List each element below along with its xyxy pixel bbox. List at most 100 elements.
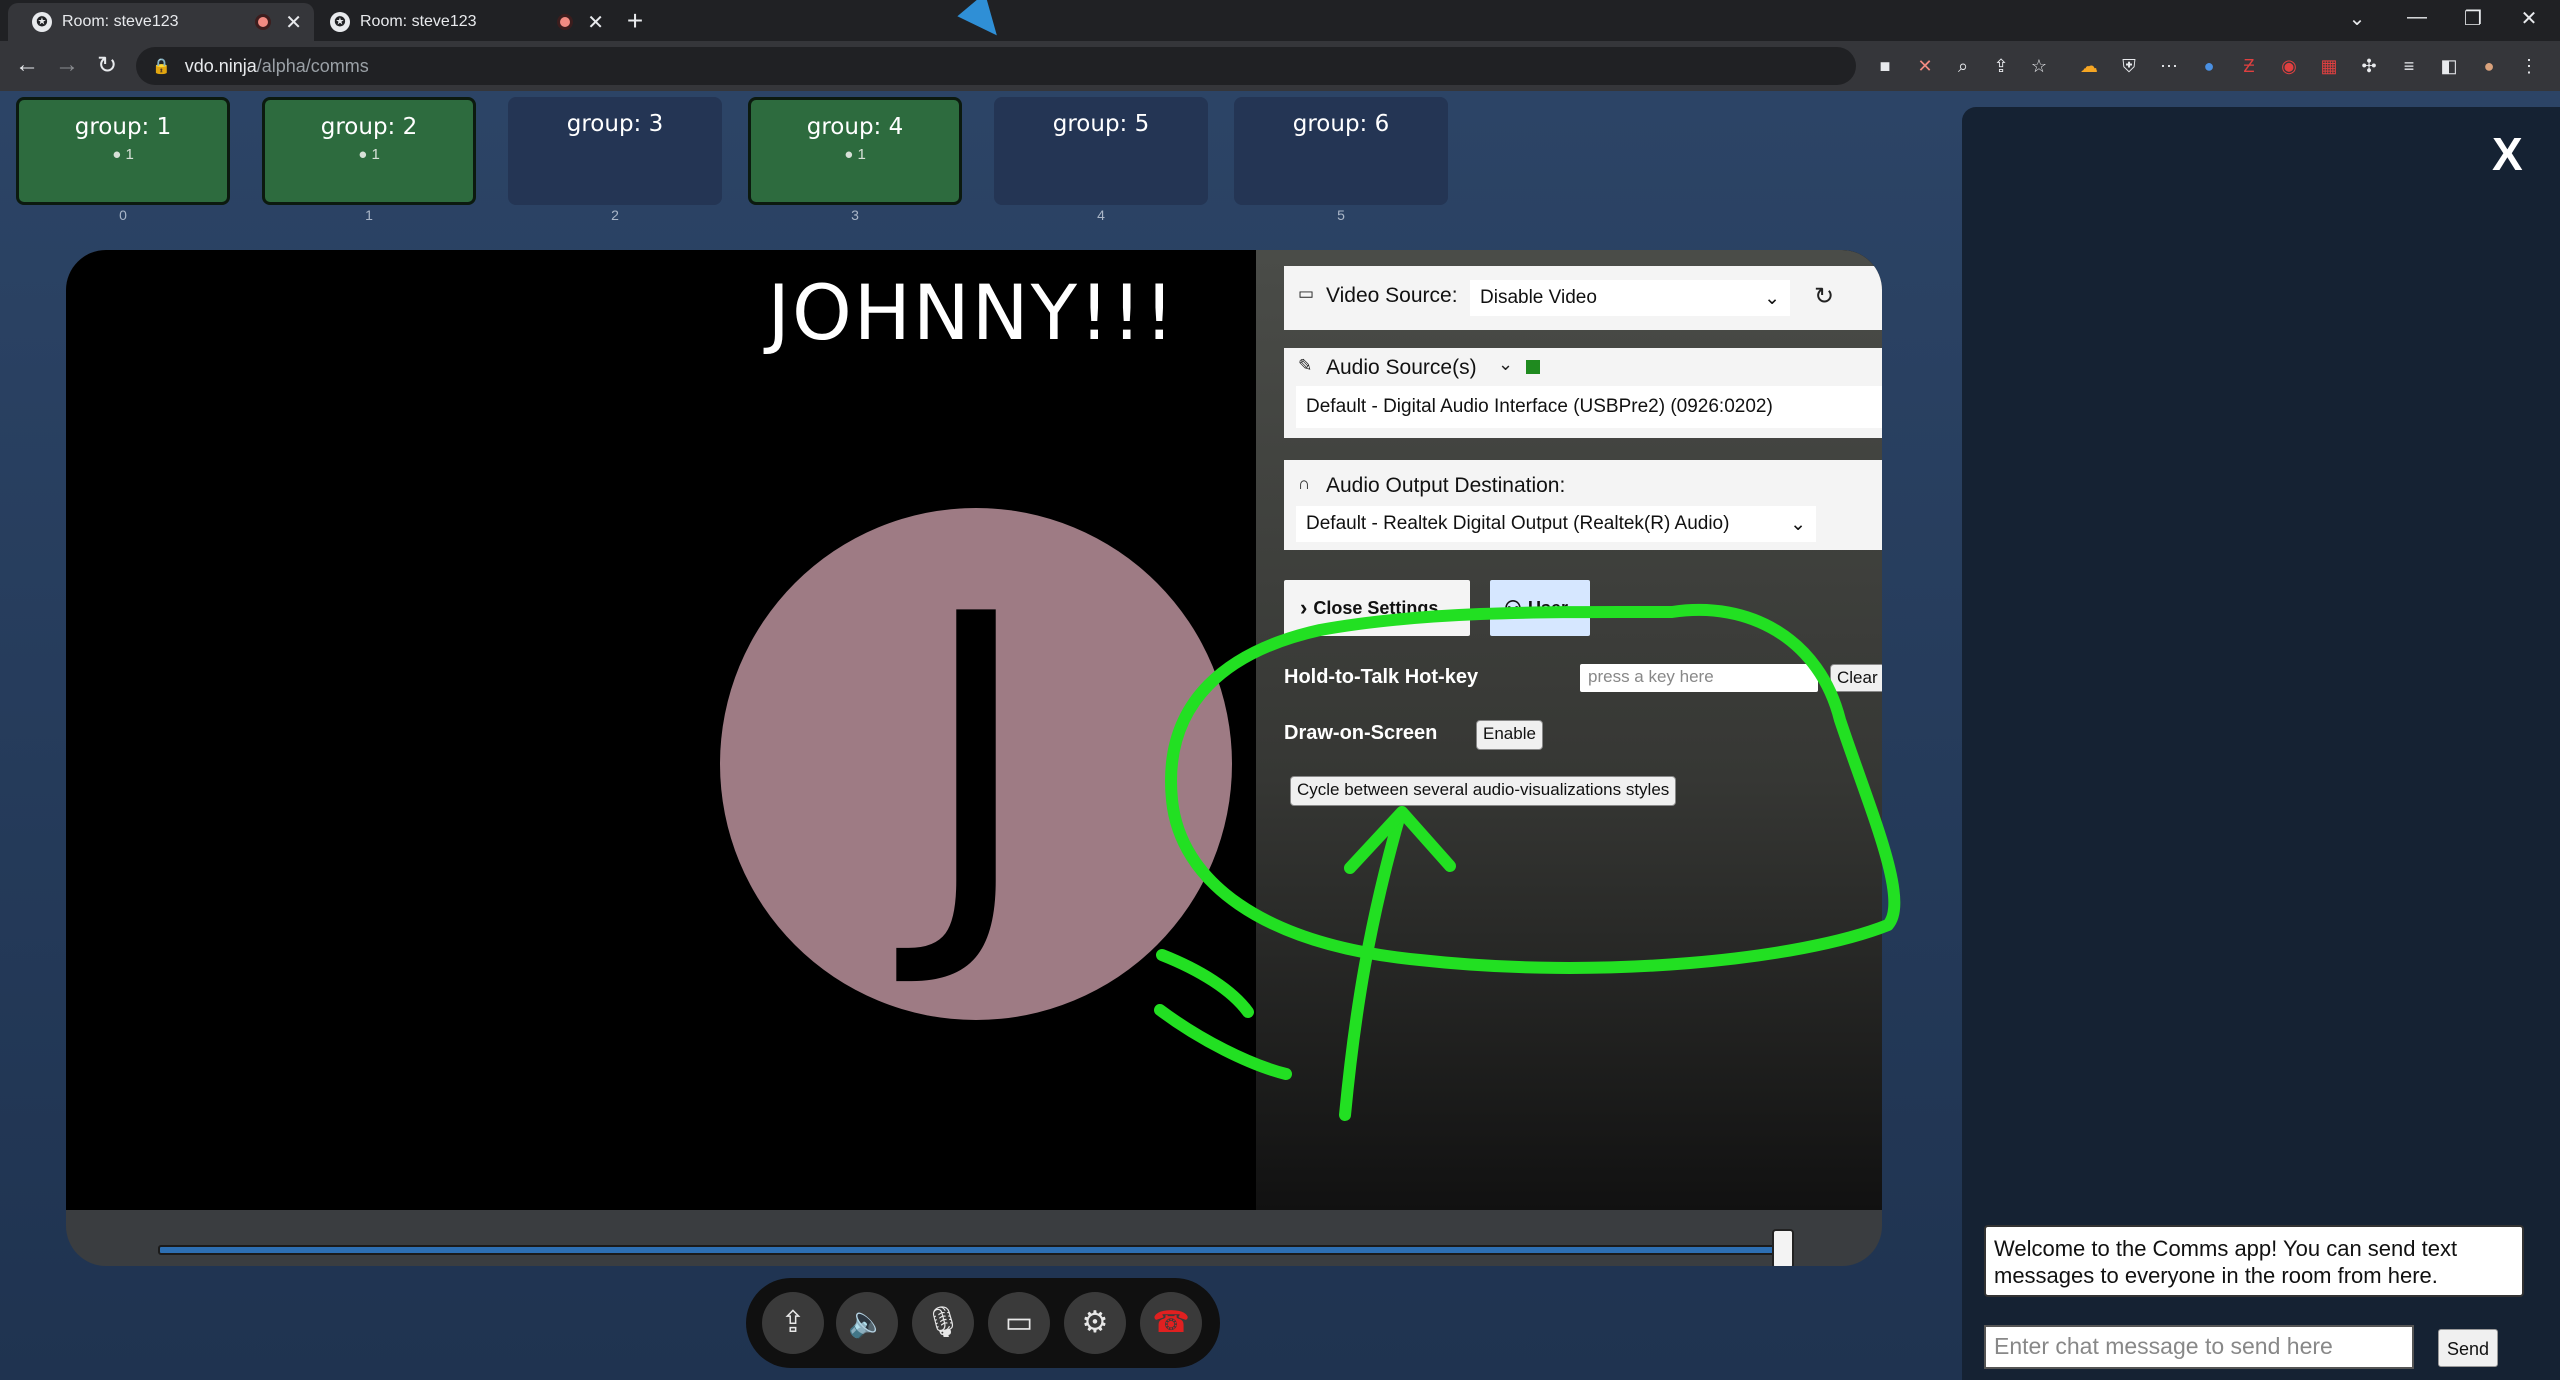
profile-avatar[interactable]: ● xyxy=(2476,53,2502,79)
settings-panel: ▭ Video Source: Disable Video ⌄ ↻ ✎ Audi… xyxy=(1256,250,1882,1210)
audio-level-indicator xyxy=(1526,360,1540,374)
group-button-4[interactable]: group: 4 ● 1 xyxy=(748,97,962,205)
recording-icon xyxy=(255,14,272,30)
audio-source-label: Audio Source(s) xyxy=(1326,356,1477,379)
group-index: 4 xyxy=(1097,207,1105,223)
extension-cloud-icon[interactable]: ☁ xyxy=(2076,53,2102,79)
minimize-icon[interactable]: — xyxy=(2400,6,2434,29)
user-button-label: User xyxy=(1527,597,1568,618)
chat-input[interactable]: Enter chat message to send here xyxy=(1984,1325,2414,1369)
group-index: 5 xyxy=(1337,207,1345,223)
draw-on-screen-label: Draw-on-Screen xyxy=(1284,722,1438,744)
reading-list-icon[interactable]: ≡ xyxy=(2396,53,2422,79)
group-name: group: 4 xyxy=(806,114,904,140)
maximize-icon[interactable]: ❐ xyxy=(2456,6,2490,31)
chat-message: Welcome to the Comms app! You can send t… xyxy=(1984,1225,2524,1297)
recording-icon xyxy=(557,14,574,30)
browser-tab-1[interactable]: ✪ Room: steve123 ✕ xyxy=(8,3,314,41)
chat-panel: X Welcome to the Comms app! You can send… xyxy=(1962,107,2560,1380)
audio-output-label: Audio Output Destination: xyxy=(1326,474,1566,497)
video-source-value: Disable Video xyxy=(1480,287,1597,308)
close-window-icon[interactable]: ✕ xyxy=(2512,6,2546,31)
mouse-cursor-icon xyxy=(957,0,1011,47)
hotkey-input[interactable]: press a key here xyxy=(1580,664,1818,692)
camera-icon[interactable]: ■ xyxy=(1872,53,1898,79)
bookmark-star-icon[interactable]: ☆ xyxy=(2026,53,2052,79)
vdo-ninja-favicon-icon: ✪ xyxy=(32,12,52,32)
share-icon[interactable]: ⇪ xyxy=(1988,53,2014,79)
page-content: group: 1 ● 1 0 group: 2 ● 1 1 group: 3 2 group: … xyxy=(0,91,2560,1380)
back-icon[interactable]: ← xyxy=(10,51,44,79)
group-index: 2 xyxy=(611,207,619,223)
group-button-1[interactable]: group: 1 ● 1 xyxy=(16,97,230,205)
vdo-ninja-favicon-icon: ✪ xyxy=(330,12,350,32)
side-panel-icon[interactable]: ◧ xyxy=(2436,53,2462,79)
user-gear-icon: ⚇ xyxy=(1504,597,1522,620)
blocked-popup-icon[interactable]: ✕ xyxy=(1912,53,1938,79)
speaker-icon[interactable]: 🔈 xyxy=(836,1292,898,1354)
screen-share-icon[interactable]: ▭ xyxy=(988,1292,1050,1354)
volume-slider-handle[interactable] xyxy=(1772,1229,1794,1266)
reload-icon[interactable]: ↻ xyxy=(90,51,124,80)
close-settings-button[interactable]: › Close Settings xyxy=(1284,580,1470,636)
group-index: 0 xyxy=(119,207,127,223)
new-tab-button[interactable]: + xyxy=(618,6,652,36)
extension-calendar-icon[interactable]: ▦ xyxy=(2316,53,2342,79)
refresh-icon[interactable]: ↻ xyxy=(1814,282,1834,311)
url-path: /alpha/comms xyxy=(256,55,369,76)
hotkey-clear-button[interactable]: Clear xyxy=(1830,664,1882,692)
group-button-5[interactable]: group: 5 xyxy=(994,97,1208,205)
extension-record-icon[interactable]: ◉ xyxy=(2276,53,2302,79)
volume-slider-track[interactable] xyxy=(158,1245,1786,1255)
video-source-select[interactable]: Disable Video ⌄ xyxy=(1470,280,1790,316)
close-tab-icon[interactable]: ✕ xyxy=(587,10,604,35)
address-bar: ← → ↻ 🔒 vdo.ninja/alpha/comms ■ ✕ ⌕ ⇪ ☆ … xyxy=(0,41,2560,91)
headphones-icon: ∩ xyxy=(1298,474,1311,493)
file-share-icon[interactable]: ⇪ xyxy=(762,1292,824,1354)
extension-shield-icon[interactable]: ⛨ xyxy=(2116,53,2142,79)
video-source-panel: ▭ Video Source: Disable Video ⌄ ↻ xyxy=(1284,266,1882,330)
group-button-6[interactable]: group: 6 xyxy=(1234,97,1448,205)
member-count-value: 1 xyxy=(857,146,866,163)
zoom-icon[interactable]: ⌕ xyxy=(1950,53,1976,79)
group-name: group: 1 xyxy=(74,114,172,140)
draw-enable-button[interactable]: Enable xyxy=(1476,720,1543,750)
extension-ellipsis-icon[interactable]: ⋯ xyxy=(2156,53,2182,79)
extension-globe-icon[interactable]: ● xyxy=(2196,53,2222,79)
chevron-down-icon[interactable]: ⌄ xyxy=(1498,354,1513,375)
settings-gear-icon[interactable]: ⚙ xyxy=(1064,1292,1126,1354)
group-name: group: 6 xyxy=(1292,111,1390,137)
group-index: 3 xyxy=(851,207,859,223)
send-button[interactable]: Send xyxy=(2438,1329,2498,1367)
close-tab-icon[interactable]: ✕ xyxy=(285,10,302,35)
microphone-toggle-icon[interactable]: 🎙 xyxy=(912,1292,974,1354)
hotkey-label: Hold-to-Talk Hot-key xyxy=(1284,666,1479,688)
group-member-count: ● 1 xyxy=(265,146,473,163)
forward-icon[interactable]: → xyxy=(50,51,84,79)
extensions-puzzle-icon[interactable]: ✣ xyxy=(2356,53,2382,79)
group-button-3[interactable]: group: 3 xyxy=(508,97,722,205)
group-member-count: ● 1 xyxy=(19,146,227,163)
url-host: vdo.ninja xyxy=(184,55,257,76)
browser-tab-strip: ✪ Room: steve123 ✕ ✪ Room: steve123 ✕ + … xyxy=(0,0,2560,47)
audio-source-panel: ✎ Audio Source(s) ⌄ Default - Digital Au… xyxy=(1284,348,1882,438)
extension-z-icon[interactable]: Ƶ xyxy=(2236,53,2262,79)
cycle-visualization-button[interactable]: Cycle between several audio-visualizatio… xyxy=(1290,776,1677,806)
group-button-2[interactable]: group: 2 ● 1 xyxy=(262,97,476,205)
close-chat-button[interactable]: X xyxy=(2492,127,2523,181)
audio-output-select[interactable]: Default - Realtek Digital Output (Realte… xyxy=(1296,506,1816,542)
browser-tab-2[interactable]: ✪ Room: steve123 ✕ xyxy=(306,3,616,41)
group-member-count: ● 1 xyxy=(751,146,959,163)
microphone-icon: ✎ xyxy=(1298,356,1313,375)
tab-search-icon[interactable]: ⌄ xyxy=(2340,6,2374,31)
chevron-down-icon: ⌄ xyxy=(1790,513,1806,535)
url-field[interactable]: 🔒 vdo.ninja/alpha/comms xyxy=(136,47,1856,85)
close-settings-label: Close Settings xyxy=(1313,597,1439,618)
hang-up-icon[interactable]: ☎ xyxy=(1140,1292,1202,1354)
control-bar: ⇪ 🔈 🎙 ▭ ⚙ ☎ xyxy=(746,1278,1220,1368)
browser-menu-icon[interactable]: ⋮ xyxy=(2516,53,2542,79)
member-icon: ● xyxy=(112,146,126,163)
audio-source-select[interactable]: Default - Digital Audio Interface (USBPr… xyxy=(1296,386,1882,428)
user-settings-button[interactable]: ⚇ User xyxy=(1490,580,1590,636)
video-camera-icon: ▭ xyxy=(1298,284,1315,303)
